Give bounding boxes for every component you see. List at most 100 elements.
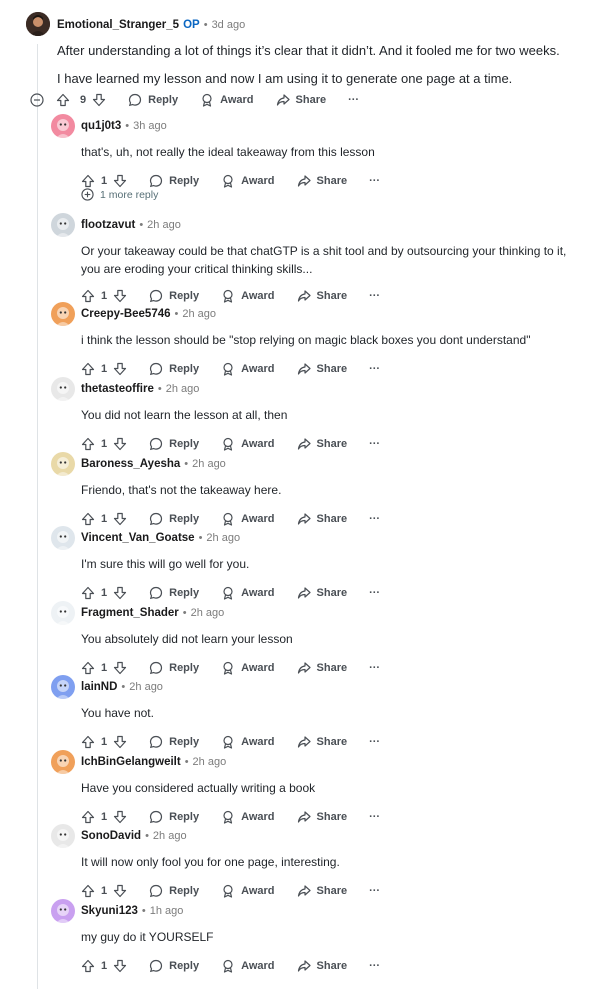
reply-button[interactable]: Reply xyxy=(149,810,199,824)
upvote-button[interactable] xyxy=(81,884,95,898)
award-button[interactable]: Award xyxy=(221,174,275,188)
share-button[interactable]: Share xyxy=(297,512,347,526)
downvote-button[interactable] xyxy=(113,174,127,188)
user-avatar[interactable] xyxy=(51,114,75,138)
more-options-button[interactable]: ··· xyxy=(369,662,380,674)
share-button[interactable]: Share xyxy=(297,289,347,303)
share-button[interactable]: Share xyxy=(297,174,347,188)
reply-button[interactable]: Reply xyxy=(149,362,199,376)
more-options-button[interactable]: ··· xyxy=(369,363,380,375)
more-options-button[interactable]: ··· xyxy=(369,513,380,525)
downvote-button[interactable] xyxy=(113,735,127,749)
share-icon xyxy=(297,175,311,187)
reply-button[interactable]: Reply xyxy=(149,661,199,675)
share-button[interactable]: Share xyxy=(297,586,347,600)
comment-username[interactable]: IchBinGelangweilt xyxy=(81,756,181,768)
user-avatar[interactable] xyxy=(51,377,75,401)
thread-line[interactable] xyxy=(37,44,38,989)
comment-username[interactable]: Skyuni123 xyxy=(81,905,138,917)
share-button[interactable]: Share xyxy=(297,437,347,451)
comment-username[interactable]: Baroness_Ayesha xyxy=(81,458,180,470)
upvote-button[interactable] xyxy=(81,810,95,824)
comment-username[interactable]: SonoDavid xyxy=(81,830,141,842)
downvote-button[interactable] xyxy=(113,586,127,600)
more-options-button[interactable]: ··· xyxy=(369,736,380,748)
comment-username[interactable]: lainND xyxy=(81,681,117,693)
downvote-button[interactable] xyxy=(92,93,106,107)
reply-button[interactable]: Reply xyxy=(149,586,199,600)
user-avatar[interactable] xyxy=(51,213,75,237)
downvote-button[interactable] xyxy=(113,810,127,824)
comment-username[interactable]: Fragment_Shader xyxy=(81,607,179,619)
upvote-button[interactable] xyxy=(81,437,95,451)
downvote-button[interactable] xyxy=(113,661,127,675)
reply-button[interactable]: Reply xyxy=(149,884,199,898)
user-avatar[interactable] xyxy=(51,824,75,848)
more-options-button[interactable]: ··· xyxy=(369,290,380,302)
user-avatar[interactable] xyxy=(51,452,75,476)
share-button[interactable]: Share xyxy=(297,959,347,973)
user-avatar[interactable] xyxy=(51,675,75,699)
reply-button[interactable]: Reply xyxy=(149,959,199,973)
comment-username[interactable]: qu1j0t3 xyxy=(81,120,121,132)
user-avatar[interactable] xyxy=(51,302,75,326)
upvote-button[interactable] xyxy=(81,289,95,303)
award-button[interactable]: Award xyxy=(221,512,275,526)
comment-username[interactable]: thetasteoffire xyxy=(81,383,154,395)
award-button[interactable]: Award xyxy=(221,362,275,376)
upvote-button[interactable] xyxy=(81,735,95,749)
downvote-button[interactable] xyxy=(113,959,127,973)
comment-username[interactable]: flootzavut xyxy=(81,219,135,231)
user-avatar[interactable] xyxy=(51,750,75,774)
user-avatar[interactable] xyxy=(51,899,75,923)
upvote-button[interactable] xyxy=(81,512,95,526)
more-replies-link[interactable]: 1 more reply xyxy=(81,188,158,201)
upvote-button[interactable] xyxy=(81,174,95,188)
award-button[interactable]: Award xyxy=(221,735,275,749)
more-options-button[interactable]: ··· xyxy=(369,438,380,450)
reply-button[interactable]: Reply xyxy=(149,512,199,526)
share-button[interactable]: Share xyxy=(297,661,347,675)
op-username[interactable]: Emotional_Stranger_5 xyxy=(57,19,179,31)
more-options-button[interactable]: ··· xyxy=(369,587,380,599)
reply-button[interactable]: Reply xyxy=(149,174,199,188)
upvote-button[interactable] xyxy=(81,362,95,376)
upvote-button[interactable] xyxy=(81,959,95,973)
share-button[interactable]: Share xyxy=(297,884,347,898)
op-avatar[interactable] xyxy=(26,12,50,36)
reply-button[interactable]: Reply xyxy=(128,93,178,107)
award-button[interactable]: Award xyxy=(221,884,275,898)
user-avatar[interactable] xyxy=(51,601,75,625)
user-avatar[interactable] xyxy=(51,526,75,550)
share-button[interactable]: Share xyxy=(297,735,347,749)
downvote-button[interactable] xyxy=(113,437,127,451)
more-options-button[interactable]: ··· xyxy=(369,885,380,897)
reply-button[interactable]: Reply xyxy=(149,437,199,451)
upvote-button[interactable] xyxy=(81,586,95,600)
downvote-button[interactable] xyxy=(113,884,127,898)
reply-button[interactable]: Reply xyxy=(149,289,199,303)
collapse-button[interactable] xyxy=(30,93,44,107)
share-button[interactable]: Share xyxy=(276,93,326,107)
reply-button[interactable]: Reply xyxy=(149,735,199,749)
award-button[interactable]: Award xyxy=(221,586,275,600)
downvote-button[interactable] xyxy=(113,289,127,303)
downvote-button[interactable] xyxy=(113,512,127,526)
more-options-button[interactable]: ··· xyxy=(369,175,380,187)
downvote-button[interactable] xyxy=(113,362,127,376)
share-button[interactable]: Share xyxy=(297,810,347,824)
upvote-button[interactable] xyxy=(56,93,70,107)
more-options-button[interactable]: ··· xyxy=(348,94,359,106)
share-button[interactable]: Share xyxy=(297,362,347,376)
award-button[interactable]: Award xyxy=(221,661,275,675)
more-options-button[interactable]: ··· xyxy=(369,960,380,972)
award-button[interactable]: Award xyxy=(221,289,275,303)
award-button[interactable]: Award xyxy=(221,959,275,973)
comment-username[interactable]: Creepy-Bee5746 xyxy=(81,308,171,320)
award-button[interactable]: Award xyxy=(221,437,275,451)
more-options-button[interactable]: ··· xyxy=(369,811,380,823)
upvote-button[interactable] xyxy=(81,661,95,675)
comment-username[interactable]: Vincent_Van_Goatse xyxy=(81,532,195,544)
award-button[interactable]: Award xyxy=(200,93,254,107)
award-button[interactable]: Award xyxy=(221,810,275,824)
